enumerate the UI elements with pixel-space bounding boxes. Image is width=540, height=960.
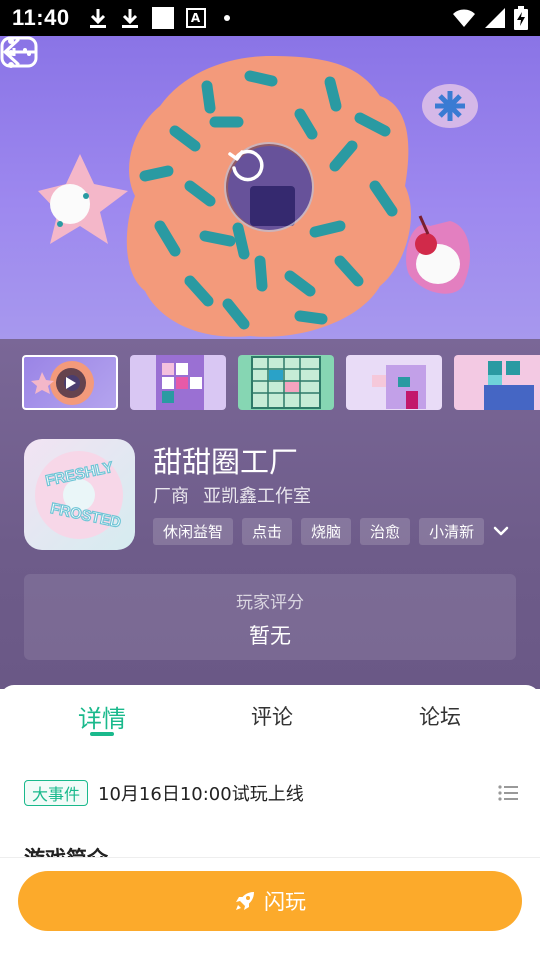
wifi-icon: [453, 9, 475, 27]
list-icon[interactable]: [498, 784, 518, 802]
tab-forum[interactable]: 论坛: [419, 701, 461, 731]
thumbnail-screenshot[interactable]: [238, 355, 334, 410]
event-row[interactable]: 大事件 10月16日10:00试玩上线: [24, 779, 518, 807]
snowflake-cookie-artwork: [422, 84, 478, 128]
app-icon-artwork: FRESHLY FROSTED: [35, 451, 123, 539]
status-bar: 11:40 A: [0, 0, 540, 36]
rocket-icon: [236, 892, 254, 910]
event-text: 10月16日10:00试玩上线: [98, 784, 304, 805]
hero-media[interactable]: [0, 36, 540, 339]
play-icon: [56, 368, 86, 398]
tag[interactable]: 休闲益智: [153, 518, 234, 545]
thumbnail-art: [372, 365, 426, 409]
app-icon: FRESHLY FROSTED: [24, 439, 135, 550]
thumbnail-video[interactable]: [22, 355, 118, 410]
thumbnail-screenshot[interactable]: [454, 355, 540, 410]
tag[interactable]: 点击: [242, 518, 293, 545]
thumbnail-art: [251, 356, 321, 409]
vendor-line: 厂商 亚凯鑫工作室: [153, 482, 311, 508]
tab-comments[interactable]: 评论: [251, 701, 293, 731]
tag[interactable]: 小清新: [419, 518, 485, 545]
tab-details[interactable]: 详情: [78, 699, 126, 734]
play-now-label: 闪玩: [264, 890, 306, 914]
thumbnail-art: [484, 361, 534, 410]
tag[interactable]: 烧脑: [301, 518, 352, 545]
media-thumbnails: [22, 355, 540, 410]
player-rating: 玩家评分 暂无: [24, 574, 516, 660]
thumbnail-art: [156, 355, 204, 410]
heart-cake-artwork: [406, 215, 470, 294]
play-now-button[interactable]: 闪玩: [18, 871, 522, 931]
bottom-action-bar: 闪玩: [0, 857, 540, 960]
download-icon: [89, 9, 106, 28]
section-title: 游戏简介: [24, 843, 108, 857]
tag[interactable]: 治愈: [360, 518, 411, 545]
dot-icon: [223, 15, 230, 21]
event-badge: 大事件: [24, 780, 89, 806]
rating-value: 暂无: [249, 624, 291, 648]
status-time: 11:40: [12, 5, 70, 30]
tab-indicator: [90, 732, 114, 736]
chevron-down-icon[interactable]: [490, 520, 512, 542]
battery-charging-icon: [514, 6, 528, 30]
rating-label: 玩家评分: [236, 593, 304, 613]
signal-icon: [485, 8, 505, 28]
notification-icons: A: [88, 7, 230, 29]
thumbnail-screenshot[interactable]: [346, 355, 442, 410]
more-vert-icon[interactable]: [0, 36, 22, 70]
replay-button[interactable]: [224, 142, 314, 232]
tab-bar: 详情 评论 论坛: [0, 685, 540, 755]
system-icons: [452, 6, 528, 30]
font-a-icon: A: [185, 8, 206, 28]
download-icon: [121, 9, 138, 28]
app-title: 甜甜圈工厂: [153, 445, 299, 479]
vendor-name[interactable]: 亚凯鑫工作室: [203, 486, 311, 507]
thumbnail-screenshot[interactable]: [130, 355, 226, 410]
star-cookie-artwork: [38, 154, 128, 244]
tag-list: 休闲益智 点击 烧脑 治愈 小清新: [153, 518, 485, 545]
replay-icon: [228, 149, 264, 182]
vendor-label: 厂商: [153, 486, 189, 507]
game-info-panel: FRESHLY FROSTED 甜甜圈工厂 厂商 亚凯鑫工作室 休闲益智 点击 烧…: [0, 339, 540, 689]
blank-square-icon: [151, 7, 174, 29]
